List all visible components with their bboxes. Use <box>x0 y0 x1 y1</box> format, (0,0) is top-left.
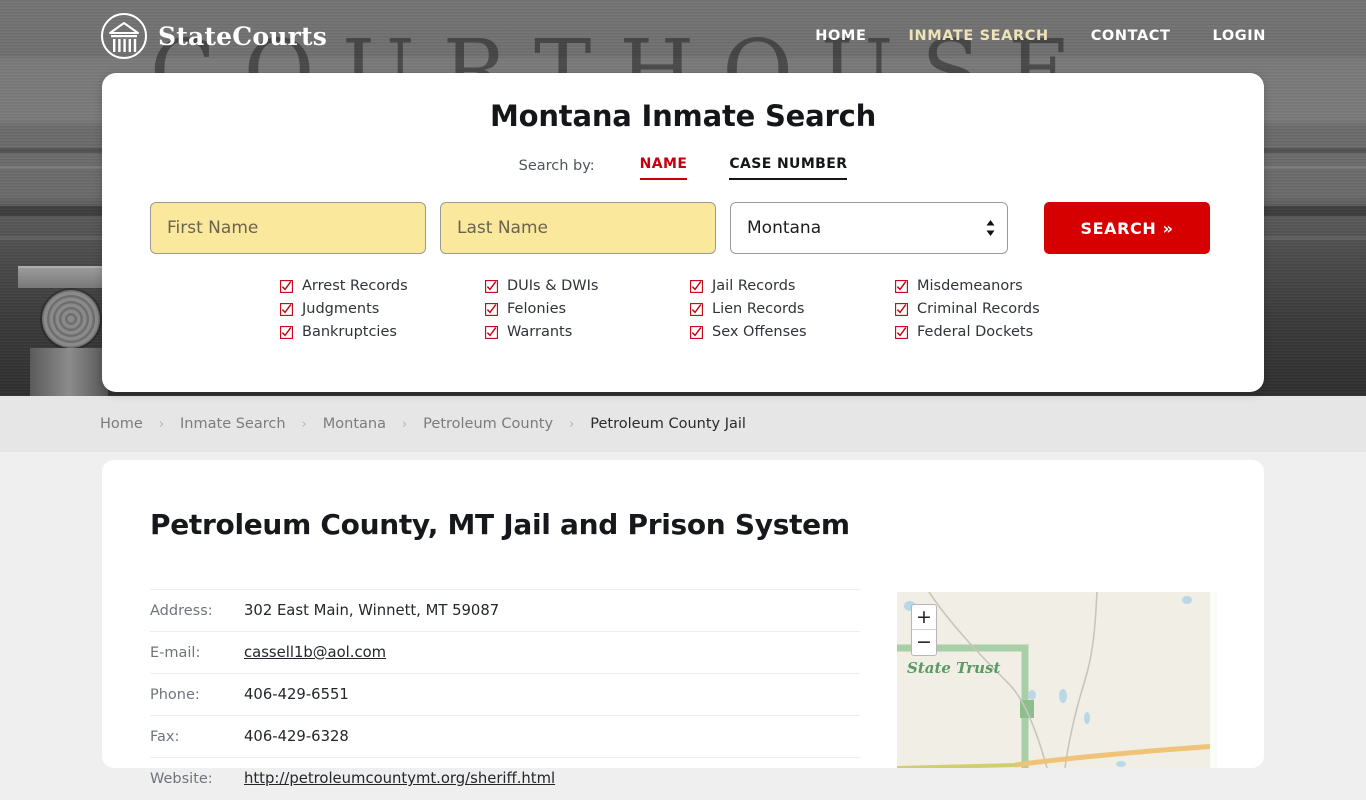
tab-search-by-name[interactable]: NAME <box>639 156 688 180</box>
detail-value-email: cassell1b@aol.com <box>244 632 860 674</box>
search-by-tabs: Search by: NAME CASE NUMBER <box>102 156 1264 180</box>
record-type-label: Sex Offenses <box>712 324 807 340</box>
search-panel-title: Montana Inmate Search <box>489 99 877 133</box>
record-type-item[interactable]: Felonies <box>485 301 690 317</box>
record-type-label: Arrest Records <box>302 278 408 294</box>
brand-name: StateCourts <box>158 21 327 51</box>
capital-volute <box>42 290 100 348</box>
nav-item-inmate-search[interactable]: INMATE SEARCH <box>908 28 1048 44</box>
checkbox-checked-icon <box>895 279 908 293</box>
chevron-right-icon: › <box>301 416 307 432</box>
record-type-label: Bankruptcies <box>302 324 397 340</box>
record-type-label: Criminal Records <box>917 301 1040 317</box>
breadcrumb-item-home[interactable]: Home <box>100 416 143 432</box>
checkbox-checked-icon <box>690 325 703 339</box>
record-type-item[interactable]: Sex Offenses <box>690 324 895 340</box>
checkbox-checked-icon <box>280 279 293 293</box>
detail-value-website: http://petroleumcountymt.org/sheriff.htm… <box>244 758 860 800</box>
breadcrumb-bar: Home › Inmate Search › Montana › Petrole… <box>0 396 1366 452</box>
zoom-out-button[interactable]: − <box>912 630 936 655</box>
brand-logo-link[interactable]: StateCourts <box>100 12 327 60</box>
search-button[interactable]: SEARCH » <box>1044 202 1210 254</box>
facility-detail-table: Address: 302 East Main, Winnett, MT 5908… <box>150 589 860 800</box>
table-row: Website: http://petroleumcountymt.org/sh… <box>150 758 860 800</box>
record-type-label: Misdemeanors <box>917 278 1023 294</box>
map-area-label: State Trust <box>907 659 1001 677</box>
checkbox-checked-icon <box>895 325 908 339</box>
chevron-right-icon: › <box>158 416 165 432</box>
breadcrumb-item-current: Petroleum County Jail <box>590 416 746 432</box>
checkbox-checked-icon <box>485 302 498 316</box>
nav-item-login[interactable]: LOGIN <box>1213 28 1266 44</box>
first-name-input[interactable] <box>150 202 426 254</box>
checkbox-checked-icon <box>485 325 498 339</box>
map-zoom-controls: + − <box>911 604 937 656</box>
chevron-right-icon: › <box>569 416 575 432</box>
record-type-label: Felonies <box>507 301 567 317</box>
email-link[interactable]: cassell1b@aol.com <box>244 644 386 661</box>
detail-value-fax: 406-429-6328 <box>244 728 349 745</box>
record-type-label: Federal Dockets <box>917 324 1034 340</box>
record-type-item[interactable]: Lien Records <box>690 301 895 317</box>
column-shaft <box>30 348 108 396</box>
record-type-item[interactable]: Federal Dockets <box>895 324 1100 340</box>
checkbox-checked-icon <box>895 302 908 316</box>
record-type-label: Jail Records <box>712 278 796 294</box>
record-type-label: Judgments <box>302 301 380 317</box>
record-type-item[interactable]: DUIs & DWIs <box>485 278 690 294</box>
chevron-double-right-icon: » <box>1162 218 1174 238</box>
table-row: Address: 302 East Main, Winnett, MT 5908… <box>150 589 860 632</box>
detail-label-address: Address: <box>150 602 213 619</box>
record-type-item[interactable]: Bankruptcies <box>280 324 485 340</box>
record-type-item[interactable]: Jail Records <box>690 278 895 294</box>
table-row: E-mail: cassell1b@aol.com <box>150 632 860 674</box>
breadcrumb-item-inmate-search[interactable]: Inmate Search <box>180 416 286 432</box>
inmate-search-panel: Montana Inmate Search Search by: NAME CA… <box>102 73 1264 392</box>
record-type-list: Arrest Records DUIs & DWIs Jail Records … <box>102 278 1264 340</box>
nav-item-home[interactable]: HOME <box>815 28 866 44</box>
record-type-label: DUIs & DWIs <box>507 278 599 294</box>
main-navigation: HOME INMATE SEARCH CONTACT LOGIN <box>815 28 1266 44</box>
record-type-label: Lien Records <box>712 301 805 317</box>
detail-label-fax: Fax: <box>150 728 180 745</box>
detail-value-address: 302 East Main, Winnett, MT 59087 <box>244 602 500 619</box>
state-select-wrapper: Montana <box>730 202 1008 254</box>
site-header: StateCourts HOME INMATE SEARCH CONTACT L… <box>0 0 1366 72</box>
detail-label-email: E-mail: <box>150 644 201 661</box>
courthouse-logo-icon <box>100 12 148 60</box>
record-type-item[interactable]: Arrest Records <box>280 278 485 294</box>
page-title: Petroleum County, MT Jail and Prison Sys… <box>150 508 850 541</box>
breadcrumb-item-montana[interactable]: Montana <box>323 416 386 432</box>
record-type-item[interactable]: Criminal Records <box>895 301 1100 317</box>
checkbox-checked-icon <box>690 302 703 316</box>
location-map[interactable]: State Trust + − <box>897 592 1217 768</box>
table-row: Fax: 406-429-6328 <box>150 716 860 758</box>
search-by-label: Search by: <box>518 158 595 174</box>
checkbox-checked-icon <box>280 302 293 316</box>
website-link[interactable]: http://petroleumcountymt.org/sheriff.htm… <box>244 770 555 787</box>
breadcrumb: Home › Inmate Search › Montana › Petrole… <box>100 416 746 432</box>
search-button-label: SEARCH <box>1080 218 1157 238</box>
record-type-label: Warrants <box>507 324 573 340</box>
detail-value-phone: 406-429-6551 <box>244 686 349 703</box>
chevron-right-icon: › <box>401 416 408 432</box>
detail-label-website: Website: <box>150 770 213 787</box>
search-form: Montana SEARCH » <box>102 202 1264 254</box>
last-name-input[interactable] <box>440 202 716 254</box>
checkbox-checked-icon <box>690 279 703 293</box>
zoom-in-button[interactable]: + <box>912 605 936 630</box>
map-canvas <box>897 592 1217 768</box>
tab-search-by-case-number[interactable]: CASE NUMBER <box>729 156 848 180</box>
record-type-item[interactable]: Warrants <box>485 324 690 340</box>
nav-item-contact[interactable]: CONTACT <box>1091 28 1171 44</box>
record-type-item[interactable]: Judgments <box>280 301 485 317</box>
state-select[interactable]: Montana <box>730 202 1008 254</box>
table-row: Phone: 406-429-6551 <box>150 674 860 716</box>
record-type-item[interactable]: Misdemeanors <box>895 278 1100 294</box>
detail-label-phone: Phone: <box>150 686 200 703</box>
breadcrumb-item-petroleum-county[interactable]: Petroleum County <box>423 416 553 432</box>
checkbox-checked-icon <box>485 279 498 293</box>
checkbox-checked-icon <box>280 325 293 339</box>
